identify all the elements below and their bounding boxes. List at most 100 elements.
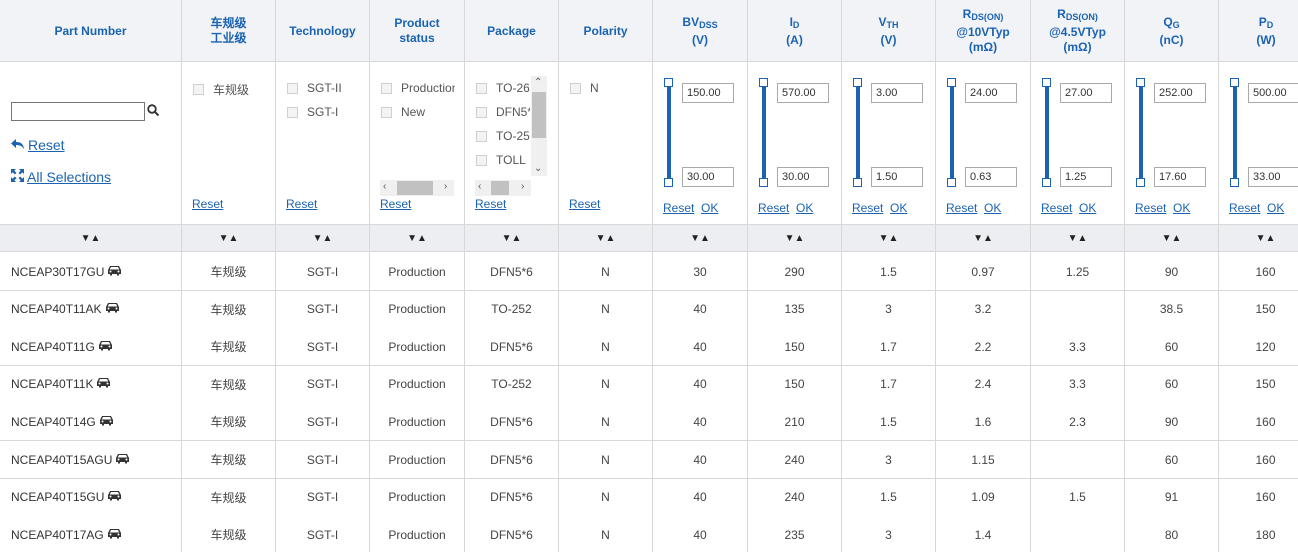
sort-toggle[interactable]: ▼▲ bbox=[276, 225, 369, 252]
rds45-ok-link[interactable]: OK bbox=[1079, 201, 1096, 215]
rds45-min-input[interactable]: 1.25 bbox=[1060, 167, 1112, 187]
scroll-thumb[interactable] bbox=[491, 181, 509, 195]
checkbox[interactable] bbox=[381, 82, 392, 94]
id-ok-link[interactable]: OK bbox=[796, 201, 813, 215]
checkbox[interactable] bbox=[476, 106, 487, 118]
cell-part[interactable]: NCEAP40T14G bbox=[0, 403, 181, 440]
id-reset-link[interactable]: Reset bbox=[758, 201, 789, 215]
checkbox[interactable] bbox=[476, 82, 487, 94]
status-horizontal-scrollbar[interactable]: ‹ › bbox=[380, 180, 454, 196]
id-slider-min-handle[interactable] bbox=[759, 178, 768, 187]
sort-toggle[interactable]: ▼▲ bbox=[748, 225, 841, 252]
filter-status-option[interactable]: New bbox=[381, 105, 455, 119]
filter-package-option[interactable]: TOLL bbox=[476, 153, 530, 167]
table-row[interactable]: NCEAP40T15GU 车规级 SGT-I Production DFN5*6 N 40 2… bbox=[0, 478, 1298, 517]
sort-toggle[interactable]: ▼▲ bbox=[370, 225, 464, 252]
checkbox[interactable] bbox=[287, 106, 298, 118]
part-value[interactable]: NCEAP40T15AGU bbox=[11, 453, 112, 467]
status-reset-link[interactable]: Reset bbox=[380, 197, 411, 211]
auto-reset-link[interactable]: Reset bbox=[192, 197, 223, 211]
bvdss-slider-max-handle[interactable] bbox=[664, 78, 673, 87]
qg-slider-track[interactable] bbox=[1139, 82, 1143, 184]
filter-auto-option[interactable]: 车规级 bbox=[193, 81, 249, 98]
pd-ok-link[interactable]: OK bbox=[1267, 201, 1284, 215]
sort-toggle[interactable]: ▼▲ bbox=[559, 225, 652, 252]
all-selections-link[interactable]: All Selections bbox=[11, 169, 111, 185]
sort-toggle[interactable]: ▼▲ bbox=[0, 225, 181, 252]
table-row[interactable]: NCEAP40T15AGU 车规级 SGT-I Production DFN5*6 N 40… bbox=[0, 441, 1298, 479]
cell-part[interactable]: NCEAP40T17AG bbox=[0, 516, 181, 552]
rds10-slider-track[interactable] bbox=[950, 82, 954, 184]
scroll-up-icon[interactable]: ⌃ bbox=[534, 78, 542, 88]
rds10-slider-min-handle[interactable] bbox=[947, 178, 956, 187]
table-row[interactable]: NCEAP40T11K 车规级 SGT-I Production TO-252 N 40 15… bbox=[0, 365, 1298, 404]
checkbox[interactable] bbox=[193, 84, 204, 95]
reset-all-link[interactable]: Reset bbox=[11, 137, 65, 153]
scroll-left-icon[interactable]: ‹ bbox=[478, 182, 481, 192]
rds10-min-input[interactable]: 0.63 bbox=[965, 167, 1017, 187]
sort-toggle[interactable]: ▼▲ bbox=[182, 225, 275, 252]
vth-max-input[interactable]: 3.00 bbox=[871, 83, 923, 103]
polarity-reset-link[interactable]: Reset bbox=[569, 197, 600, 211]
checkbox[interactable] bbox=[476, 130, 487, 142]
pd-slider-track[interactable] bbox=[1233, 82, 1237, 184]
id-slider-max-handle[interactable] bbox=[759, 78, 768, 87]
part-value[interactable]: NCEAP40T11G bbox=[11, 340, 95, 354]
scroll-right-icon[interactable]: › bbox=[444, 182, 447, 192]
pd-min-input[interactable]: 33.00 bbox=[1248, 167, 1298, 187]
part-value[interactable]: NCEAP40T14G bbox=[11, 415, 96, 429]
pd-max-input[interactable]: 500.00 bbox=[1248, 83, 1298, 103]
cell-part[interactable]: NCEAP30T17GU bbox=[0, 253, 181, 290]
vth-slider-track[interactable] bbox=[856, 82, 860, 184]
bvdss-slider-track[interactable] bbox=[667, 82, 671, 184]
id-slider-track[interactable] bbox=[762, 82, 766, 184]
rds10-max-input[interactable]: 24.00 bbox=[965, 83, 1017, 103]
vth-slider-max-handle[interactable] bbox=[853, 78, 862, 87]
bvdss-slider-min-handle[interactable] bbox=[664, 178, 673, 187]
sort-toggle[interactable]: ▼▲ bbox=[936, 225, 1030, 252]
rds10-slider-max-handle[interactable] bbox=[947, 78, 956, 87]
sort-toggle[interactable]: ▼▲ bbox=[465, 225, 558, 252]
package-vertical-scrollbar[interactable]: ⌃ ⌄ bbox=[531, 76, 547, 176]
filter-status-option[interactable]: Production bbox=[381, 81, 455, 95]
checkbox[interactable] bbox=[570, 82, 581, 94]
tech-reset-link[interactable]: Reset bbox=[286, 197, 317, 211]
scroll-thumb[interactable] bbox=[532, 92, 546, 138]
rds45-slider-track[interactable] bbox=[1045, 82, 1049, 184]
cell-part[interactable]: NCEAP40T15GU bbox=[0, 479, 181, 516]
part-value[interactable]: NCEAP40T11K bbox=[11, 377, 93, 391]
qg-min-input[interactable]: 17.60 bbox=[1154, 167, 1206, 187]
scroll-right-icon[interactable]: › bbox=[521, 182, 524, 192]
filter-tech-option[interactable]: SGT-I bbox=[287, 105, 338, 119]
rds10-reset-link[interactable]: Reset bbox=[946, 201, 977, 215]
scroll-left-icon[interactable]: ‹ bbox=[383, 182, 386, 192]
cell-part[interactable]: NCEAP40T15AGU bbox=[0, 441, 181, 478]
sort-toggle[interactable]: ▼▲ bbox=[653, 225, 747, 252]
qg-max-input[interactable]: 252.00 bbox=[1154, 83, 1206, 103]
filter-package-option[interactable]: DFN5*6 bbox=[476, 105, 530, 119]
cell-part[interactable]: NCEAP40T11K bbox=[0, 366, 181, 403]
id-max-input[interactable]: 570.00 bbox=[777, 83, 829, 103]
sort-toggle[interactable]: ▼▲ bbox=[842, 225, 935, 252]
vth-slider-min-handle[interactable] bbox=[853, 178, 862, 187]
table-row[interactable]: NCEAP30T17GU 车规级 SGT-I Production DFN5*6 N 30 2… bbox=[0, 253, 1298, 291]
filter-polarity-option[interactable]: N bbox=[570, 81, 599, 95]
pd-slider-max-handle[interactable] bbox=[1230, 78, 1239, 87]
part-value[interactable]: NCEAP40T11AK bbox=[11, 302, 102, 316]
id-min-input[interactable]: 30.00 bbox=[777, 167, 829, 187]
checkbox[interactable] bbox=[381, 106, 392, 118]
package-horizontal-scrollbar[interactable]: ‹ › bbox=[475, 180, 531, 196]
scroll-thumb[interactable] bbox=[397, 181, 433, 195]
table-row[interactable]: NCEAP40T17AG 车规级 SGT-I Production DFN5*6 N 40 2… bbox=[0, 516, 1298, 552]
filter-tech-option[interactable]: SGT-II bbox=[287, 81, 342, 95]
sort-toggle[interactable]: ▼▲ bbox=[1219, 225, 1298, 252]
bvdss-ok-link[interactable]: OK bbox=[701, 201, 718, 215]
bvdss-reset-link[interactable]: Reset bbox=[663, 201, 694, 215]
part-value[interactable]: NCEAP40T17AG bbox=[11, 528, 104, 542]
pd-reset-link[interactable]: Reset bbox=[1229, 201, 1260, 215]
search-input[interactable] bbox=[11, 102, 145, 121]
checkbox[interactable] bbox=[476, 154, 487, 166]
bvdss-max-input[interactable]: 150.00 bbox=[682, 83, 734, 103]
bvdss-min-input[interactable]: 30.00 bbox=[682, 167, 734, 187]
rds45-max-input[interactable]: 27.00 bbox=[1060, 83, 1112, 103]
